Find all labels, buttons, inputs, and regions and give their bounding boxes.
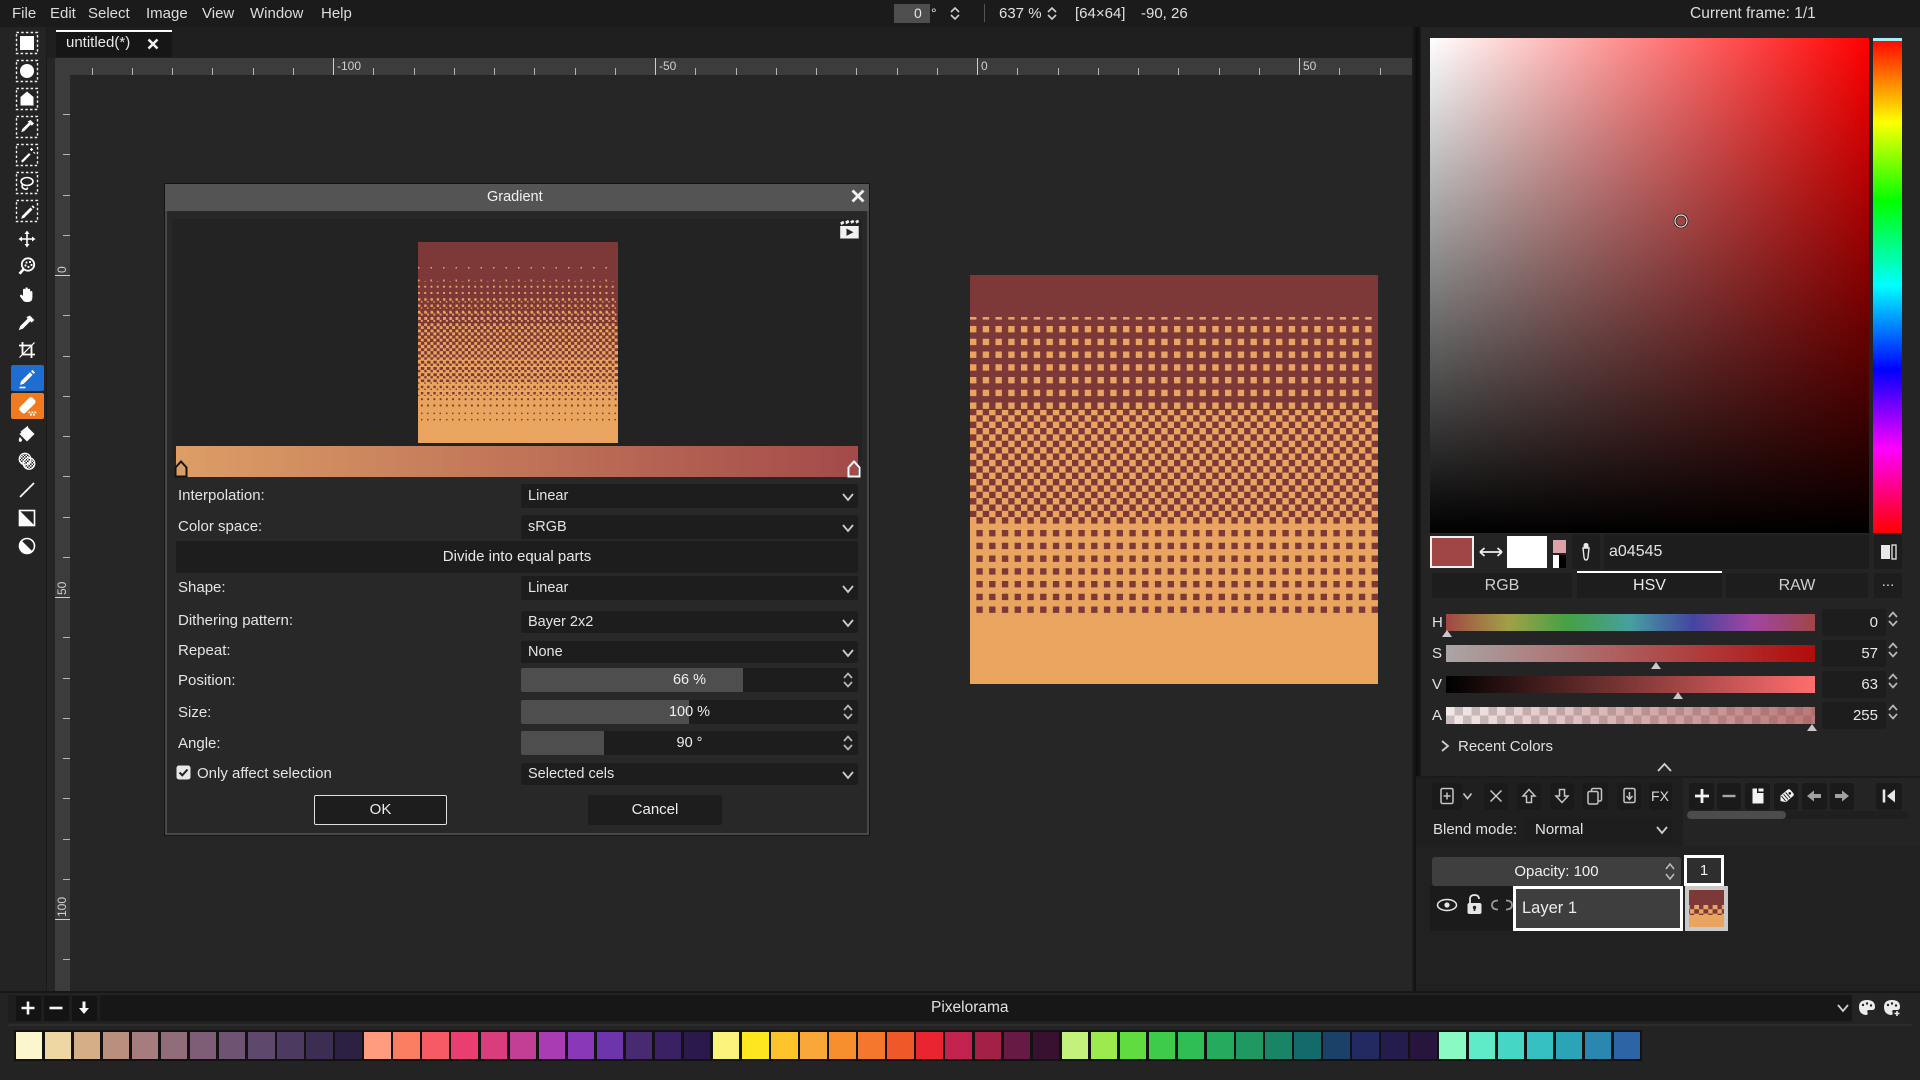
svg-text:FX: FX xyxy=(1651,788,1670,804)
